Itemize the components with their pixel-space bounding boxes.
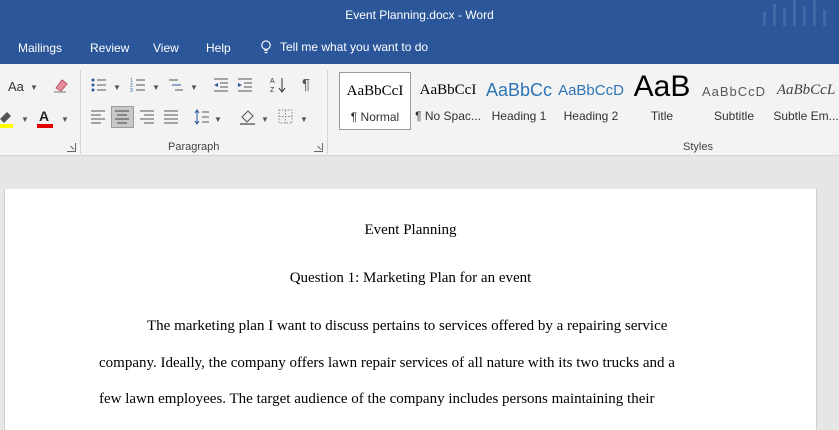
style-sample: AaBbCcI: [346, 83, 404, 99]
document-title: Event Planning: [364, 222, 457, 238]
clear-formatting-icon[interactable]: [52, 76, 70, 94]
document-page[interactable]: Event Planning Question 1: Marketing Pla…: [4, 189, 817, 430]
svg-text:Z: Z: [270, 87, 275, 94]
style-sample: AaBbCcD: [558, 82, 624, 99]
paragraph-line: The marketing plan I want to discuss per…: [147, 318, 668, 334]
line-spacing-icon[interactable]: [194, 109, 210, 125]
align-right-icon[interactable]: [140, 110, 155, 124]
style-name: ¶ No Spac...: [415, 109, 481, 123]
chevron-down-icon[interactable]: ▼: [214, 115, 222, 124]
style-no-spacing[interactable]: AaBbCcI ¶ No Spac...: [412, 72, 484, 130]
font-color-letter: A: [39, 108, 50, 124]
style-name: Title: [650, 109, 674, 123]
paragraph-dialog-launcher-icon[interactable]: [314, 143, 323, 152]
tab-mailings[interactable]: Mailings: [18, 41, 62, 55]
decrease-indent-icon[interactable]: [213, 77, 229, 93]
styles-group-label: Styles: [683, 141, 713, 153]
style-name: Heading 2: [563, 109, 619, 123]
sort-icon[interactable]: A Z: [270, 76, 286, 94]
style-sample: AaBbCcL: [776, 82, 836, 98]
style-sample: AaB: [633, 70, 691, 103]
title-bar-decoration: [759, 0, 839, 32]
lightbulb-icon: [261, 40, 271, 54]
justify-icon[interactable]: [164, 110, 179, 124]
chevron-down-icon[interactable]: ▼: [261, 115, 269, 124]
chevron-down-icon[interactable]: ▼: [152, 83, 160, 92]
document-area: Event Planning Question 1: Marketing Pla…: [0, 157, 839, 430]
tab-review[interactable]: Review: [90, 41, 129, 55]
group-separator: [327, 70, 328, 154]
tab-view[interactable]: View: [153, 41, 179, 55]
tell-me-label: Tell me what you want to do: [280, 40, 429, 54]
tab-help[interactable]: Help: [206, 41, 231, 55]
chevron-down-icon[interactable]: ▼: [61, 115, 69, 124]
svg-text:3: 3: [130, 88, 133, 93]
style-sample: AaBbCc: [485, 80, 553, 100]
align-left-icon[interactable]: [91, 110, 106, 124]
highlighter-icon[interactable]: [0, 110, 15, 128]
shading-icon[interactable]: [239, 108, 257, 126]
title-bar: Event Planning.docx - Word: [0, 0, 839, 32]
font-color-button[interactable]: A: [37, 108, 55, 128]
style-name: Heading 1: [491, 109, 547, 123]
style-subtitle[interactable]: AaBbCcD Subtitle: [698, 72, 770, 130]
style-sample: AaBbCcI: [419, 82, 477, 98]
style-name: Subtitle: [713, 109, 755, 123]
document-heading: Question 1: Marketing Plan for an event: [289, 270, 532, 286]
paragraph-group-label: Paragraph: [168, 141, 220, 153]
vertical-scrollbar[interactable]: [817, 157, 839, 430]
increase-indent-icon[interactable]: [237, 77, 253, 93]
style-subtle-emphasis[interactable]: AaBbCcL Subtle Em...: [770, 72, 839, 130]
show-formatting-marks-button[interactable]: ¶: [302, 76, 310, 93]
numbering-icon[interactable]: 1 2 3: [130, 77, 146, 93]
window-title: Event Planning.docx - Word: [345, 8, 494, 22]
align-center-icon: [115, 110, 129, 124]
style-heading-1[interactable]: AaBbCc Heading 1: [483, 72, 555, 130]
chevron-down-icon[interactable]: ▼: [300, 115, 308, 124]
ribbon: Aa ▼ ▼ A ▼ ▼ 1 2 3 ▼ ▼ A Z ¶ ▼ ▼ ▼ Parag…: [0, 64, 839, 156]
borders-icon[interactable]: [278, 109, 293, 124]
ribbon-tabs: Mailings Review View Help Tell me what y…: [0, 32, 839, 64]
multilevel-list-icon[interactable]: [168, 77, 184, 93]
change-case-button[interactable]: Aa: [8, 79, 24, 94]
chevron-down-icon[interactable]: ▼: [21, 115, 29, 124]
chevron-down-icon[interactable]: ▼: [190, 83, 198, 92]
style-normal[interactable]: AaBbCcI ¶ Normal: [339, 72, 411, 130]
group-separator: [80, 70, 81, 154]
font-dialog-launcher-icon[interactable]: [67, 143, 76, 152]
styles-gallery: AaBbCcI ¶ Normal AaBbCcI ¶ No Spac... Aa…: [337, 70, 839, 130]
style-name: ¶ Normal: [350, 110, 400, 124]
paragraph-line: few lawn employees. The target audience …: [99, 391, 655, 407]
bullets-icon[interactable]: [91, 77, 107, 93]
svg-text:A: A: [270, 78, 275, 85]
style-heading-2[interactable]: AaBbCcD Heading 2: [555, 72, 627, 130]
style-sample: AaBbCcD: [701, 84, 767, 99]
align-center-button[interactable]: [111, 106, 134, 128]
chevron-down-icon[interactable]: ▼: [30, 83, 38, 92]
style-name: Subtle Em...: [773, 109, 839, 123]
style-title[interactable]: AaB Title: [626, 70, 698, 130]
paragraph-line: company. Ideally, the company offers law…: [99, 355, 675, 371]
chevron-down-icon[interactable]: ▼: [113, 83, 121, 92]
font-color-swatch: [37, 124, 53, 128]
tell-me-search[interactable]: Tell me what you want to do: [260, 40, 428, 54]
